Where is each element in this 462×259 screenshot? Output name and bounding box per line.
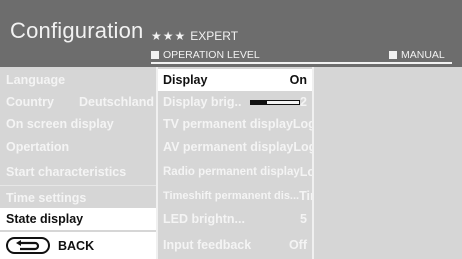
submenu-item-display-brightness[interactable]: Display brig.. 2	[158, 91, 312, 113]
back-label: BACK	[58, 238, 95, 253]
menu-item-label: Time settings	[6, 191, 87, 205]
brightness-slider[interactable]	[249, 99, 300, 105]
slider-fill	[249, 99, 267, 105]
operation-level-label: OPERATION LEVEL	[151, 49, 260, 61]
submenu-item-input-feedback[interactable]: Input feedback Off	[158, 234, 312, 256]
level-name: EXPERT	[190, 29, 239, 43]
submenu-item-label: TV permanent display	[163, 117, 293, 131]
menu-item-value: Deutschland	[78, 95, 154, 109]
submenu-item-label: Timeshift permanent dis...	[163, 190, 300, 202]
submenu-item-label: Radio permanent display	[163, 166, 300, 178]
menu-item-time-settings[interactable]: Time settings	[0, 187, 156, 209]
submenu-item-value: On	[289, 73, 307, 87]
submenu-item-display[interactable]: Display On	[158, 69, 312, 91]
operation-level-indicator: ★★★ EXPERT	[151, 29, 238, 43]
menu-item-label: Language	[6, 73, 66, 87]
submenu-item-label: AV permanent display	[163, 140, 294, 154]
detail-panel	[314, 67, 462, 259]
submenu: Display On Display brig.. 2 TV permanent…	[158, 67, 330, 259]
menu-item-label: State display	[6, 212, 84, 226]
menu-item-label: On screen display	[6, 117, 114, 131]
menu-item-country[interactable]: Country Deutschland	[0, 91, 156, 113]
divider	[0, 185, 156, 186]
manual-text: MANUAL	[401, 49, 445, 61]
submenu-item-timeshift-permanent-display[interactable]: Timeshift permanent dis... Time	[158, 185, 328, 207]
submenu-item-value: 5	[300, 212, 307, 226]
submenu-item-radio-permanent-display[interactable]: Radio permanent display Logo	[158, 161, 330, 183]
main-menu: Language Country Deutschland On screen d…	[0, 67, 156, 259]
menu-item-label: Start characteristics	[6, 165, 127, 179]
square-icon	[151, 51, 159, 59]
menu-item-start-characteristics[interactable]: Start characteristics	[0, 161, 156, 183]
back-icon	[6, 237, 50, 254]
submenu-item-label: Input feedback	[163, 238, 252, 252]
menu-item-opertation[interactable]: Opertation	[0, 136, 156, 158]
menu-item-on-screen-display[interactable]: On screen display	[0, 113, 156, 135]
menu-item-label: Opertation	[6, 140, 70, 154]
submenu-item-label: Display brig..	[163, 95, 242, 109]
submenu-item-tv-permanent-display[interactable]: TV permanent display Logo	[158, 113, 323, 135]
submenu-item-value: 2	[300, 95, 307, 109]
header: Configuration ★★★ EXPERT OPERATION LEVEL…	[0, 0, 462, 67]
back-button[interactable]: BACK	[0, 232, 156, 259]
header-underline	[151, 62, 452, 64]
menu-item-label: Country	[6, 95, 54, 109]
menu-item-language[interactable]: Language	[0, 69, 156, 91]
star-rating-icon: ★★★	[151, 29, 187, 43]
manual-label: MANUAL	[389, 49, 445, 61]
submenu-item-led-brightness[interactable]: LED brightn... 5	[158, 208, 312, 230]
submenu-item-label: LED brightn...	[163, 212, 245, 226]
submenu-item-label: Display	[163, 73, 208, 87]
submenu-item-value: Off	[288, 238, 307, 252]
submenu-item-av-permanent-display[interactable]: AV permanent display Logo	[158, 136, 324, 158]
operation-level-text: OPERATION LEVEL	[163, 49, 260, 61]
page-title: Configuration	[10, 18, 144, 43]
slider-track	[266, 99, 300, 105]
square-icon	[389, 51, 397, 59]
menu-item-state-display[interactable]: State display	[0, 208, 156, 230]
